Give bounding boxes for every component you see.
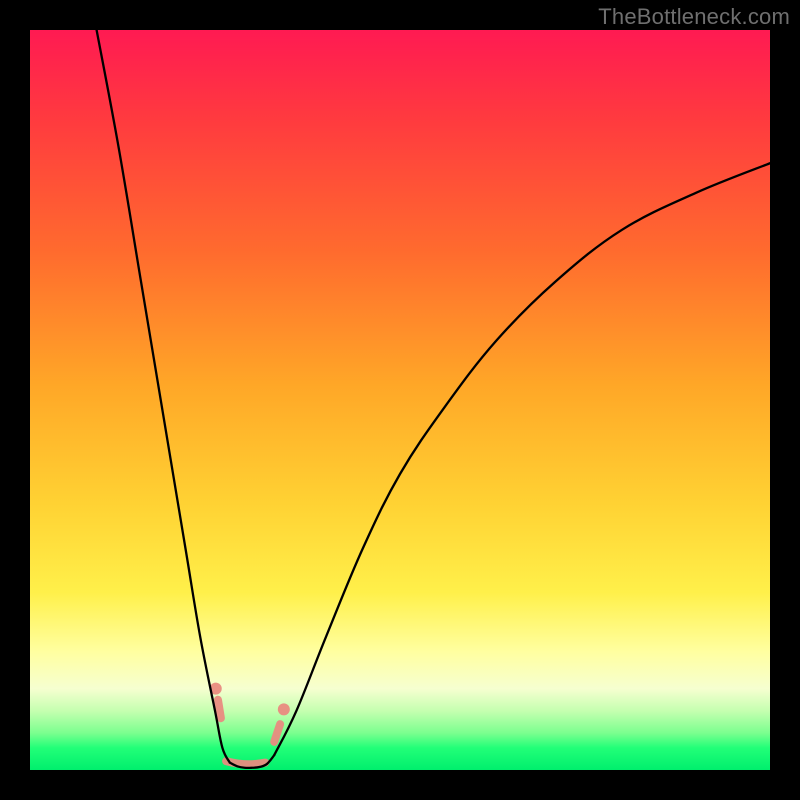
curve-right [274,163,770,755]
curve-left [97,30,230,763]
marker-right-segment [274,724,280,742]
frame: TheBottleneck.com [0,0,800,800]
marker-group [210,683,290,765]
plot-area [30,30,770,770]
chart-svg [30,30,770,770]
marker-dot-right [278,703,290,715]
watermark-text: TheBottleneck.com [598,4,790,30]
marker-left-segment [218,700,221,719]
